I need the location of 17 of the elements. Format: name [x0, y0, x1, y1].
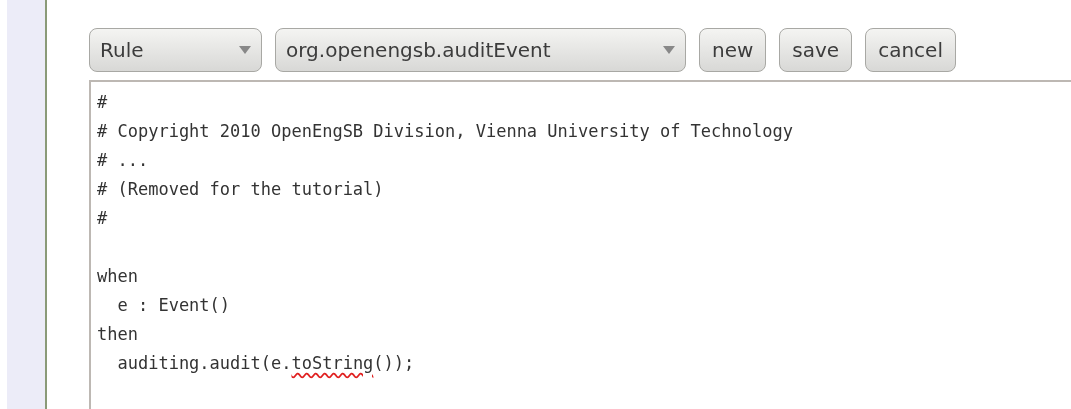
code-line: # (Removed for the tutorial): [97, 178, 385, 201]
code-line: # ...: [97, 149, 150, 172]
toolbar-button[interactable]: cancel: [865, 28, 956, 72]
code-line: # Copyright 2010 OpenEngSB Division, Vienna University of Technology: [97, 120, 794, 143]
code-line: when: [97, 265, 139, 288]
code-line: #: [97, 207, 109, 230]
code-editor[interactable]: # # Copyright 2010 OpenEngSB Division, Vienna University of Technology # ... # (Removed for the tutorial) # when e : Event() then auditing.audit(e.toString());: [89, 80, 1071, 409]
dropdown[interactable]: Rule: [89, 28, 262, 72]
code-line: then: [97, 323, 139, 346]
code-line: #: [97, 91, 109, 114]
code-line: e : Event(): [116, 294, 232, 317]
dropdown[interactable]: org.openengsb.auditEvent: [275, 28, 686, 72]
caret-icon: [663, 46, 675, 54]
toolbar-button[interactable]: save: [779, 28, 853, 72]
code-line: auditing.audit(e.toString());: [116, 352, 416, 375]
toolbar-button[interactable]: new: [699, 28, 767, 72]
caret-icon: [239, 46, 251, 54]
